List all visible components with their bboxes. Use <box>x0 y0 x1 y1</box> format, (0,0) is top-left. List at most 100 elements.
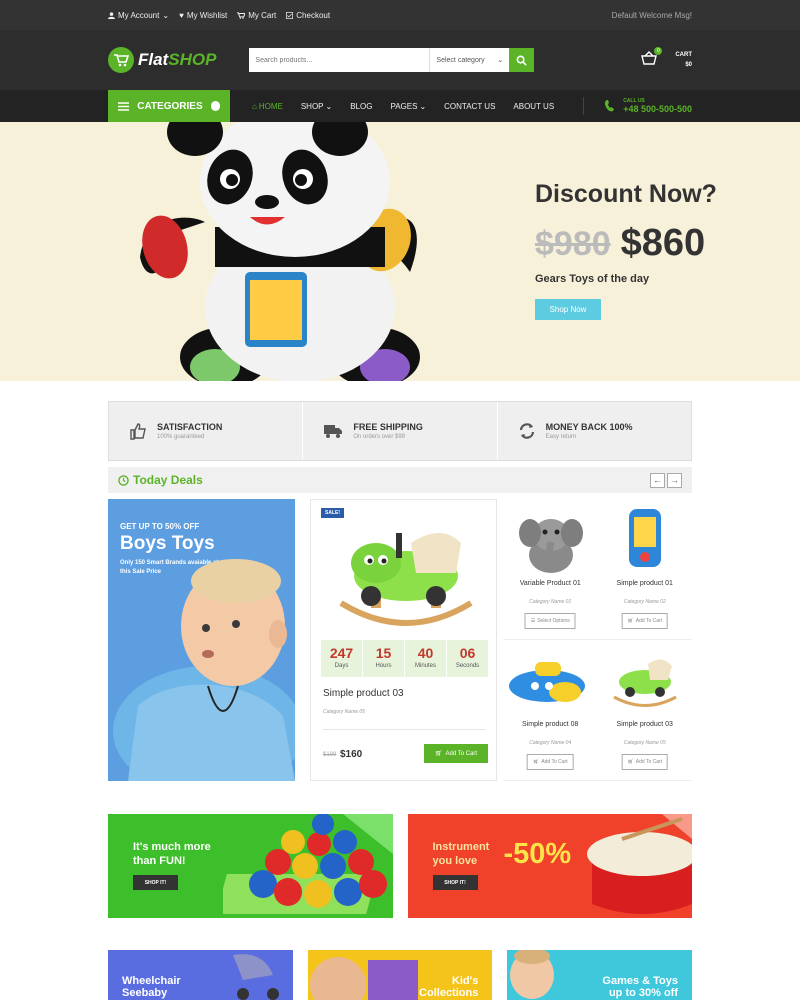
featured-product-category[interactable]: Category Name 05 <box>323 709 365 715</box>
my-account-link[interactable]: My Account ⌄ <box>108 11 169 20</box>
phone-number: +48 500-500-500 <box>623 104 692 114</box>
promo-line1: GET UP TO 50% OFF <box>120 522 200 531</box>
balls-toy-image <box>222 814 393 914</box>
wheelchair-banner[interactable]: Wheelchair Seebaby <box>108 950 293 1000</box>
product-name[interactable]: Simple product 01 <box>598 580 693 587</box>
product-card[interactable]: Variable Product 01 Category Name 01 ☰ Se… <box>503 499 598 640</box>
feature-money-back: MONEY BACK 100% Easy return <box>498 402 691 460</box>
deal-countdown: 247 Days 15 Hours 40 Minutes 06 Seconds <box>321 640 488 677</box>
featured-product-name[interactable]: Simple product 03 <box>323 688 404 699</box>
prev-arrow-button[interactable]: ← <box>650 472 665 488</box>
my-cart-link[interactable]: My Cart <box>237 11 276 20</box>
select-options-button[interactable]: ☰ Select Options <box>524 613 576 629</box>
button-label: Add To Cart <box>635 618 663 624</box>
shop-it-button[interactable]: SHOP IT! <box>432 875 478 890</box>
product-category[interactable]: Category Name 04 <box>503 740 598 746</box>
site-logo[interactable]: FlatSHOP <box>108 47 216 73</box>
nav-home[interactable]: ⌂ HOME <box>252 102 283 111</box>
categories-button[interactable]: CATEGORIES <box>108 90 230 122</box>
product-card[interactable]: Simple product 01 Category Name 02 🛒︎ Add… <box>597 499 693 640</box>
instrument-banner[interactable]: Instrument you love -50% SHOP IT! <box>407 814 692 918</box>
countdown-unit: Days <box>334 663 349 669</box>
banner-title-line2: you love <box>432 855 478 867</box>
nav-about[interactable]: ABOUT US <box>513 102 554 111</box>
hero-title: Discount Now? <box>535 180 717 208</box>
feature-satisfaction: SATISFACTION 100% guaranteed <box>109 402 304 460</box>
boys-toys-promo[interactable]: GET UP TO 50% OFF Boys Toys Only 150 Sma… <box>108 499 295 781</box>
nav-contact-label: CONTACT US <box>444 101 496 111</box>
feature-title: MONEY BACK 100% <box>545 422 633 432</box>
toddler-image <box>510 950 555 999</box>
search-button[interactable] <box>509 48 535 72</box>
cart-icon: 🛒︎ <box>627 759 634 765</box>
kids-collections-banner[interactable]: Kid's Collections <box>307 950 493 1000</box>
product-name[interactable]: Variable Product 01 <box>503 580 598 587</box>
checkout-link[interactable]: Checkout <box>286 11 330 20</box>
button-label: Add To Cart <box>541 759 568 765</box>
today-deals-title: Today Deals <box>133 473 203 487</box>
banner-title-line2: than FUN! <box>133 855 186 867</box>
nav-about-label: ABOUT US <box>513 101 555 111</box>
search-input[interactable] <box>249 48 430 72</box>
user-icon <box>108 11 115 19</box>
clock-icon <box>118 474 129 486</box>
nav-blog[interactable]: BLOG <box>350 102 372 111</box>
banner-line2: Seebaby <box>122 987 168 999</box>
feature-free-shipping: FREE SHIPPING On orders over $99 <box>303 402 498 460</box>
hero-banner: Discount Now? $980 $860 Gears Toys of th… <box>0 122 800 381</box>
banner-line2: Collections <box>419 987 479 999</box>
logo-text-shop: SHOP <box>168 50 217 69</box>
add-to-cart-button[interactable]: 🛒︎ Add To Cart <box>526 754 574 770</box>
heart-icon: ♥ <box>179 10 184 20</box>
category-select[interactable]: Select category ⌄ <box>429 48 510 72</box>
nav-contact[interactable]: CONTACT US <box>444 102 495 111</box>
add-to-cart-button[interactable]: 🛒︎ Add To Cart <box>621 754 669 770</box>
button-label: Select Options <box>537 618 570 624</box>
call-us[interactable]: CALL US +48 500-500-500 <box>583 97 692 115</box>
category-select-value: Select category <box>436 56 485 64</box>
product-card[interactable]: Simple product 08 Category Name 04 🛒︎ Add… <box>503 640 598 781</box>
featured-deal-card[interactable]: SALE! 247 Days 15 Hours 40 Minutes 06 Second… <box>310 499 497 781</box>
hero-new-price: $860 <box>620 222 706 264</box>
nav-pages[interactable]: PAGES ⌄ <box>390 102 426 111</box>
games-toys-banner[interactable]: Games & Toys up to 30% off <box>507 950 693 1000</box>
next-arrow-button[interactable]: → <box>667 472 682 488</box>
countdown-unit: Hours <box>375 663 392 669</box>
nav-shop[interactable]: SHOP ⌄ <box>301 102 332 111</box>
product-name[interactable]: Simple product 03 <box>598 721 693 728</box>
checkout-icon <box>286 11 294 19</box>
nav-shop-label: SHOP <box>300 101 324 111</box>
basket-icon: 0 <box>641 46 663 70</box>
product-category[interactable]: Category Name 05 <box>598 740 693 746</box>
fun-banner[interactable]: It's much more than FUN! SHOP IT! <box>108 814 393 918</box>
add-to-cart-button[interactable]: 🛒︎ Add To Cart <box>424 744 488 763</box>
header: FlatSHOP Select category ⌄ 0 CART $0 <box>0 30 800 90</box>
list-icon: ☰ <box>530 618 536 624</box>
drum-image <box>587 814 692 914</box>
thumbs-up-icon <box>130 423 146 440</box>
my-account-label: My Account <box>118 10 160 20</box>
product-card[interactable]: Simple product 03 Category Name 05 🛒︎ Add… <box>597 640 693 781</box>
toy-phone-image <box>628 509 661 567</box>
my-wishlist-link[interactable]: ♥ My Wishlist <box>179 11 227 20</box>
featured-old-price: $199 <box>323 752 337 758</box>
stroller-image <box>232 954 279 1000</box>
product-name[interactable]: Simple product 08 <box>503 721 598 728</box>
promo-title: Boys Toys <box>120 533 215 554</box>
menu-icon <box>118 101 130 111</box>
chevron-down-icon: ⌄ <box>325 101 333 111</box>
banner-title-line1: It's much more <box>133 841 211 853</box>
shop-it-button[interactable]: SHOP IT! <box>133 875 178 890</box>
arrow-left-icon: ← <box>653 475 662 485</box>
product-category[interactable]: Category Name 02 <box>598 599 693 605</box>
header-cart[interactable]: 0 CART $0 <box>641 46 692 70</box>
search-bar: Select category ⌄ <box>249 48 535 72</box>
hero-old-price: $980 <box>535 225 611 263</box>
countdown-minutes: 40 <box>417 645 434 661</box>
add-to-cart-button[interactable]: 🛒︎ Add To Cart <box>621 613 669 629</box>
product-category[interactable]: Category Name 01 <box>503 599 598 605</box>
button-label: Add To Cart <box>635 759 663 765</box>
add-to-cart-label: Add To Cart <box>445 750 478 757</box>
feature-subtitle: 100% guaranteed <box>157 434 205 440</box>
shop-now-button[interactable]: Shop Now <box>535 299 601 320</box>
